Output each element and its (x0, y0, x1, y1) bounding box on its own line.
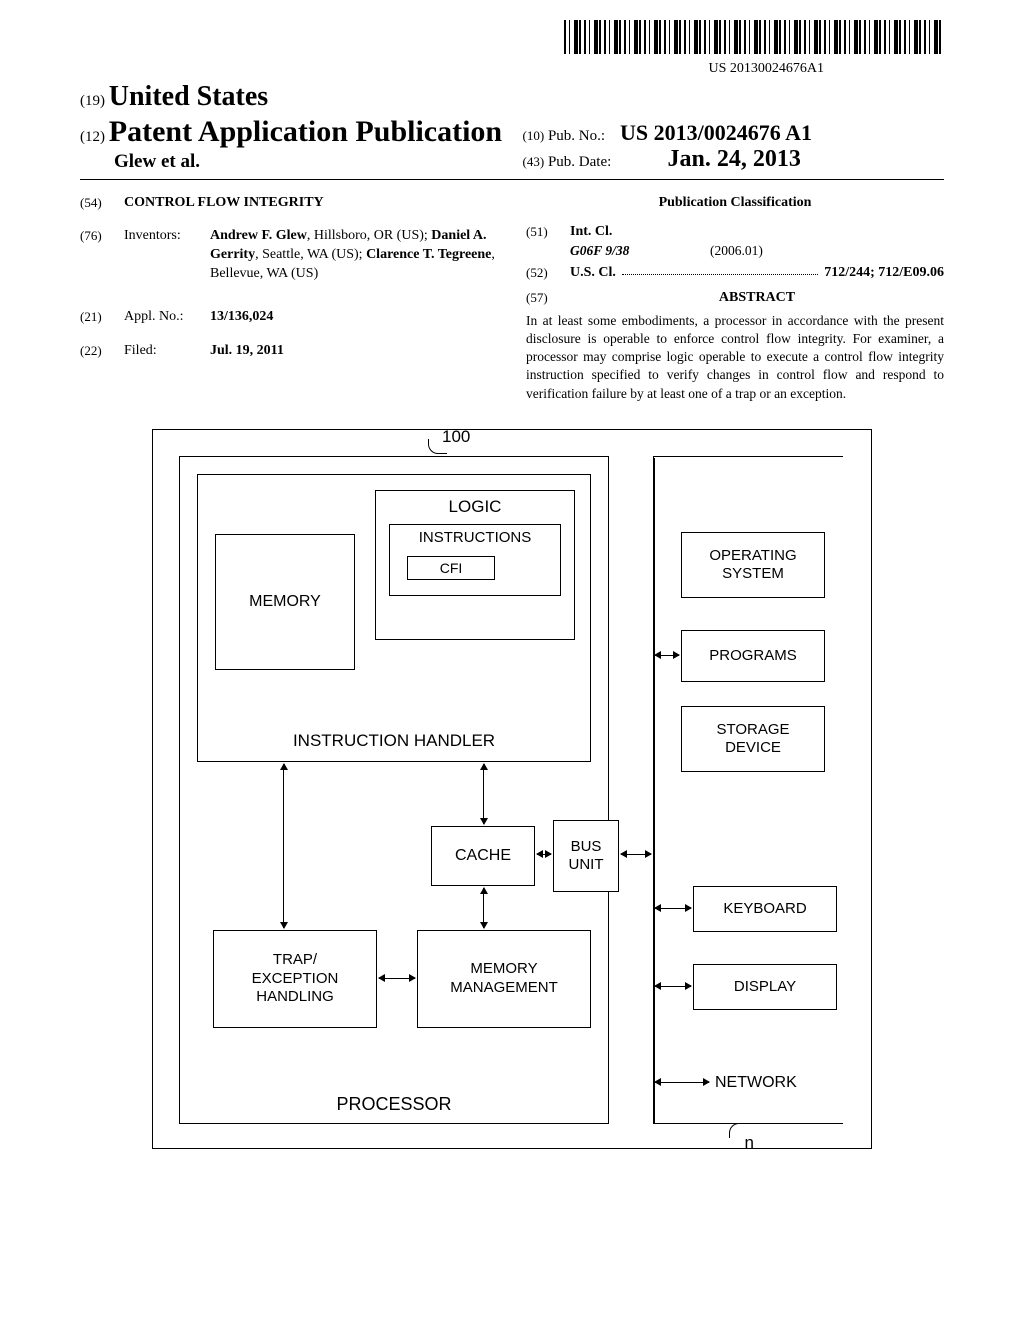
display-box: DISPLAY (693, 964, 837, 1010)
invention-title: CONTROL FLOW INTEGRITY (124, 194, 498, 213)
logic-label: LOGIC (376, 497, 574, 517)
filed-label: Filed: (124, 342, 210, 361)
hdr-l1-num: (19) (80, 93, 105, 109)
arrow-cache-bus (537, 854, 551, 855)
arrow-cache-memmg (483, 888, 484, 928)
arrow-io-network (655, 1082, 709, 1083)
storage-device-box: STORAGE DEVICE (681, 706, 825, 772)
cache-label: CACHE (455, 847, 511, 865)
hdr-l1-text: United States (109, 81, 268, 112)
arrow-ih-trap (283, 764, 284, 928)
intcl-label: Int. Cl. (570, 223, 612, 242)
arrow-io-display (655, 986, 691, 987)
header-left: (19) United States (12) Patent Applicati… (80, 81, 523, 173)
cfi-box: CFI (407, 556, 495, 580)
figure-1: 100 102 104 n PROCESSOR INSTRUCTION HAND… (152, 429, 872, 1149)
inv-num: (76) (80, 227, 124, 284)
cache-box: CACHE (431, 826, 535, 886)
dots-leader (622, 264, 818, 275)
io-spine-line (654, 458, 655, 1124)
programs-label: PROGRAMS (709, 647, 797, 664)
bus-unit-box: BUS UNIT (553, 820, 619, 892)
appl-num-num: (21) (80, 308, 124, 327)
arrow-ih-cache (483, 764, 484, 824)
inventors-list: Andrew F. Glew, Hillsboro, OR (US); Dani… (210, 227, 498, 284)
left-column: (54) CONTROL FLOW INTEGRITY (76) Invento… (80, 194, 498, 403)
uscl-label: U.S. Cl. (570, 264, 616, 283)
header-right: (10) Pub. No.: US 2013/0024676 A1 (43) P… (523, 120, 944, 173)
cfi-label: CFI (440, 560, 463, 576)
arrow-io-keyboard (655, 908, 691, 909)
arrow-bus-io (621, 854, 651, 855)
hdr-authors: Glew et al. (80, 151, 523, 173)
abstract-label: ABSTRACT (570, 289, 944, 308)
network-label: NETWORK (715, 1074, 797, 1092)
programs-box: PROGRAMS (681, 630, 825, 682)
hdr-l2-text: Patent Application Publication (109, 115, 502, 148)
processor-label: PROCESSOR (180, 1094, 608, 1115)
keyboard-box: KEYBOARD (693, 886, 837, 932)
inv-label: Inventors: (124, 227, 210, 284)
body-columns: (54) CONTROL FLOW INTEGRITY (76) Invento… (80, 194, 944, 403)
trap-label: TRAP/ EXCEPTION HANDLING (252, 951, 339, 1007)
memory-box: MEMORY (215, 534, 355, 670)
intcl-code: G06F 9/38 (570, 242, 710, 260)
keyboard-label: KEYBOARD (723, 900, 806, 917)
barcode-number: US 20130024676A1 (80, 61, 824, 77)
arrow-trap-memmg (379, 978, 415, 979)
hdr-r1-num: (10) (523, 128, 545, 143)
bus-unit-label: BUS UNIT (569, 838, 604, 874)
header: (19) United States (12) Patent Applicati… (80, 81, 944, 180)
hdr-r2-label: Pub. Date: (548, 154, 611, 170)
pub-classification-heading: Publication Classification (526, 194, 944, 213)
storage-label: STORAGE DEVICE (716, 721, 789, 757)
hdr-r1-label: Pub. No.: (548, 128, 605, 144)
barcode-area: US 20130024676A1 (80, 20, 944, 77)
instructions-label: INSTRUCTIONS (390, 529, 560, 546)
uscl-value: 712/244; 712/E09.06 (824, 264, 944, 283)
intcl-date: (2006.01) (710, 242, 763, 260)
filed-date: Jul. 19, 2011 (210, 342, 498, 361)
memory-management-box: MEMORY MANAGEMENT (417, 930, 591, 1028)
os-label: OPERATING SYSTEM (709, 547, 796, 583)
right-column: Publication Classification (51) Int. Cl.… (526, 194, 944, 403)
trap-exception-box: TRAP/ EXCEPTION HANDLING (213, 930, 377, 1028)
arrow-io-programs (655, 655, 679, 656)
uscl-num: (52) (526, 264, 570, 283)
operating-system-box: OPERATING SYSTEM (681, 532, 825, 598)
abstract-text: In at least some embodiments, a processo… (526, 312, 944, 403)
intcl-num: (51) (526, 223, 570, 242)
memmg-label: MEMORY MANAGEMENT (450, 960, 558, 998)
memory-label: MEMORY (249, 593, 321, 611)
display-label: DISPLAY (734, 978, 796, 995)
hdr-l2-num: (12) (80, 129, 105, 145)
abstract-num: (57) (526, 289, 570, 308)
system-box: PROCESSOR INSTRUCTION HANDLER LOGIC INST… (152, 429, 872, 1149)
filed-num: (22) (80, 342, 124, 361)
instruction-handler-label: INSTRUCTION HANDLER (198, 731, 590, 751)
pub-date: Jan. 24, 2013 (668, 146, 801, 172)
pub-number: US 2013/0024676 A1 (620, 120, 812, 145)
appl-number: 13/136,024 (210, 308, 498, 327)
barcode-icon (564, 20, 944, 54)
title-num: (54) (80, 194, 124, 213)
appl-num-label: Appl. No.: (124, 308, 210, 327)
patent-page: US 20130024676A1 (19) United States (12)… (0, 0, 1024, 1189)
hdr-r2-num: (43) (523, 154, 545, 169)
